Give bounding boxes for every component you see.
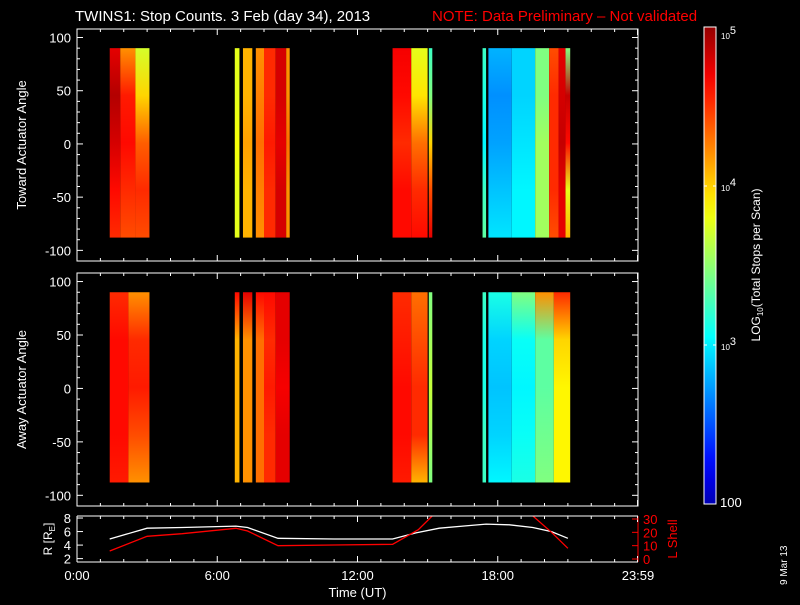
y-tick-label: 0 xyxy=(64,137,71,152)
y-tick-label: 0 xyxy=(64,381,71,396)
colorbar: 105 104 103 100 LOG10(Total Stops per Scan) xyxy=(703,25,765,510)
stop-counts-figure: TWINS1: Stop Counts. 3 Feb (day 34), 201… xyxy=(14,8,790,600)
orbit-panel: 2468 0102030 0:00 6:00 12:00 18:00 23:59 Time (… xyxy=(41,511,680,600)
heatmap-column xyxy=(392,48,412,238)
radius-line xyxy=(109,523,569,540)
heatmap-column xyxy=(392,292,412,483)
heatmap-column xyxy=(488,292,512,483)
y-tick-label: -50 xyxy=(52,435,71,450)
y-tick-label: 100 xyxy=(49,275,71,290)
right-y-tick-label: 30 xyxy=(643,512,657,527)
y-tick-label: -50 xyxy=(52,190,71,205)
heatmap-column xyxy=(428,292,433,483)
heatmap-column xyxy=(558,48,566,238)
heatmap-column xyxy=(242,48,253,238)
right-y-tick-label: 20 xyxy=(643,525,657,540)
x-tick-label: 23:59 xyxy=(622,568,655,583)
heatmap-column xyxy=(255,292,264,483)
left-y-tick-label: 6 xyxy=(64,525,71,540)
heatmap-column xyxy=(286,48,290,238)
date-stamp: 9 Mar 13 xyxy=(779,545,790,585)
x-axis-label: Time (UT) xyxy=(328,585,386,600)
heatmap-column xyxy=(120,48,136,238)
heatmap-column xyxy=(488,48,512,238)
figure-title: TWINS1: Stop Counts. 3 Feb (day 34), 201… xyxy=(75,8,370,25)
heatmap-column xyxy=(234,48,240,238)
tick-exponent: 4 xyxy=(730,177,736,189)
heatmap-column xyxy=(275,48,287,238)
colorbar-scale xyxy=(703,26,717,505)
right-y-axis-label: L Shell xyxy=(665,519,680,558)
colorbar-tick-label: 105 xyxy=(721,25,736,41)
y-tick-label: 50 xyxy=(57,84,71,99)
heatmap-column xyxy=(535,48,550,238)
y-tick-label: 100 xyxy=(49,31,71,46)
heatmap-column xyxy=(511,292,536,483)
left-y-tick-label: 4 xyxy=(64,538,71,553)
lshell-line xyxy=(109,516,433,552)
heatmap-column xyxy=(234,292,240,483)
heatmap-column xyxy=(255,48,264,238)
y-axis-label: Away Actuator Angle xyxy=(14,330,29,449)
left-y-tick-label: 8 xyxy=(64,511,71,526)
colorbar-title: LOG10(Total Stops per Scan) xyxy=(749,189,765,342)
left-y-tick-label: 2 xyxy=(64,552,71,567)
heatmap-column xyxy=(109,292,129,483)
heatmap-column xyxy=(109,48,121,238)
left-y-label-main: R [R xyxy=(41,531,55,555)
heatmap-column xyxy=(428,48,433,238)
y-tick-label: -100 xyxy=(45,243,71,258)
x-tick-label: 6:00 xyxy=(205,568,230,583)
x-tick-label: 12:00 xyxy=(341,568,374,583)
colorbar-title-rest: (Total Stops per Scan) xyxy=(749,189,763,308)
y-tick-label: 50 xyxy=(57,328,71,343)
right-y-tick-label: 10 xyxy=(643,539,657,554)
colorbar-tick-label: 104 xyxy=(721,177,736,193)
heatmap-column xyxy=(482,292,487,483)
heatmap-column xyxy=(411,48,428,238)
colorbar-tick-label: 103 xyxy=(721,336,736,352)
x-tick-label: 18:00 xyxy=(481,568,514,583)
right-y-tick-label: 0 xyxy=(643,552,650,567)
heatmap-panel-toward: 100 50 0 -50 -100 Toward Actuator Angle xyxy=(14,28,639,262)
heatmap-panel-away: 100 50 0 -50 -100 Away Actuator Angle xyxy=(14,272,639,507)
y-tick-label: -100 xyxy=(45,488,71,503)
heatmap-column xyxy=(128,292,150,483)
heatmap-column xyxy=(553,292,571,483)
heatmap-column xyxy=(242,292,253,483)
heatmap-column xyxy=(275,292,290,483)
y-axis-label: Toward Actuator Angle xyxy=(14,80,29,209)
heatmap-column xyxy=(565,48,571,238)
heatmap-column xyxy=(264,48,276,238)
heatmap-column xyxy=(264,292,276,483)
colorbar-title-main: LOG xyxy=(749,316,763,341)
heatmap-column xyxy=(135,48,150,238)
heatmap-column xyxy=(511,48,536,238)
preliminary-note: NOTE: Data Preliminary – Not validated xyxy=(432,8,697,25)
heatmap-column xyxy=(482,48,487,238)
x-tick-label: 0:00 xyxy=(64,568,89,583)
heatmap-column xyxy=(411,292,428,483)
heatmap-column xyxy=(535,292,554,483)
lshell-line xyxy=(532,516,569,549)
tick-exponent: 3 xyxy=(730,336,736,348)
tick-exponent: 5 xyxy=(730,25,736,37)
colorbar-bottom-label: 100 xyxy=(720,495,742,510)
left-y-label-end: ] xyxy=(41,523,55,526)
left-y-axis-label: R [RE] xyxy=(41,523,57,556)
heatmap-column xyxy=(549,48,559,238)
